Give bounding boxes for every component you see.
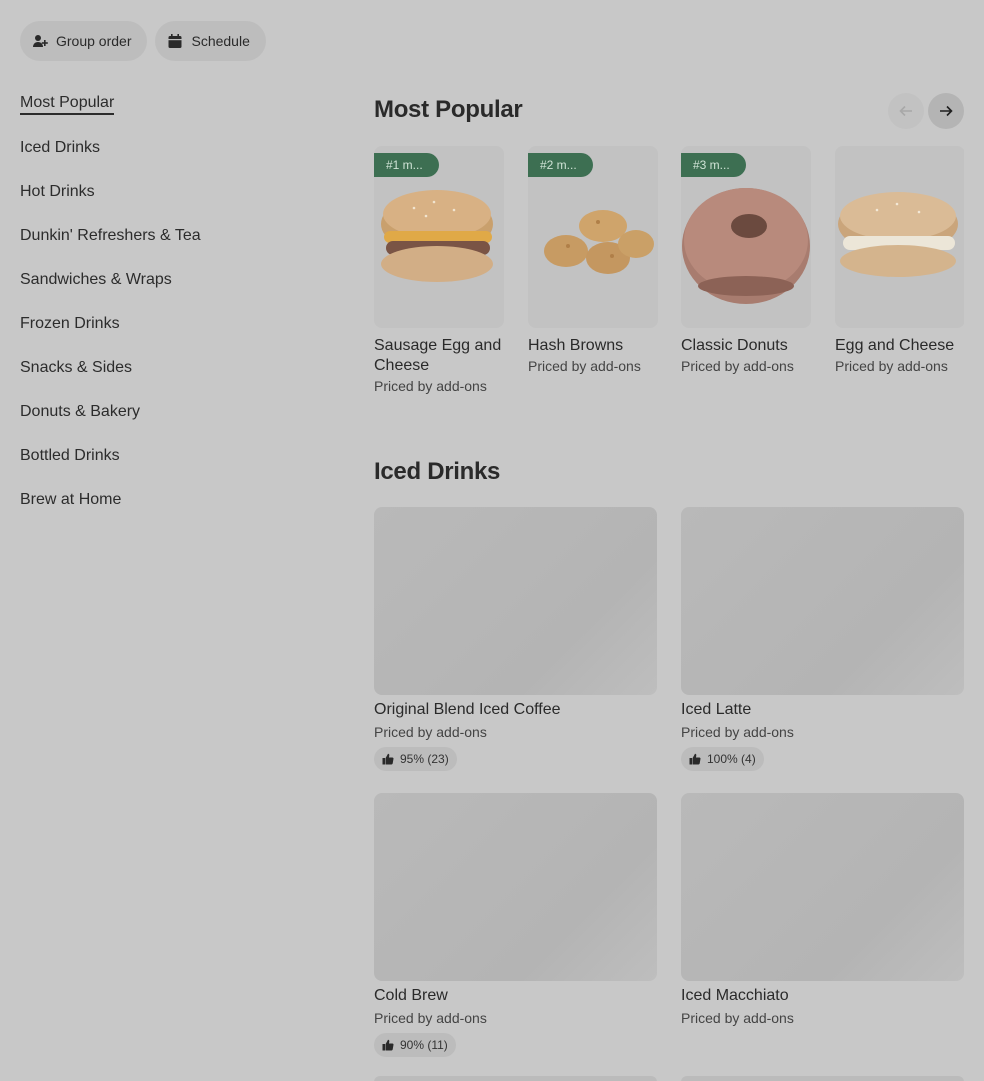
calendar-icon [168, 34, 182, 48]
next-card-edge [681, 1076, 964, 1081]
category-sidebar: Most Popular Iced Drinks Hot Drinks Dunk… [20, 82, 340, 522]
egg-cheese-sandwich-image [838, 192, 958, 277]
item-price: Priced by add-ons [374, 724, 487, 740]
sidebar-item-most-popular[interactable]: Most Popular [20, 82, 340, 126]
item-image-placeholder [681, 793, 964, 981]
sidebar-item-brew-at-home[interactable]: Brew at Home [20, 478, 340, 522]
popular-item-card[interactable]: #1 m... Sausage Egg and Cheese Priced by… [374, 146, 504, 394]
item-image-placeholder [374, 507, 657, 695]
carousel-next-button[interactable] [928, 93, 964, 129]
rating-badge: 95% (23) [374, 747, 457, 771]
item-image-placeholder [374, 793, 657, 981]
sidebar-item-refreshers-tea[interactable]: Dunkin' Refreshers & Tea [20, 214, 340, 258]
menu-item-card[interactable]: Iced Latte Priced by add-ons 100% (4) [681, 507, 964, 771]
item-price: Priced by add-ons [528, 358, 641, 374]
menu-item-card[interactable]: Original Blend Iced Coffee Priced by add… [374, 507, 657, 771]
group-order-label: Group order [56, 33, 132, 49]
add-person-icon [33, 35, 48, 47]
rank-badge: #3 m... [681, 153, 746, 177]
schedule-button[interactable]: Schedule [155, 21, 266, 61]
item-name: Sausage Egg and Cheese [374, 337, 502, 374]
item-image: #3 m... [681, 146, 811, 328]
sidebar-item-iced-drinks[interactable]: Iced Drinks [20, 126, 340, 170]
sidebar-item-label: Most Popular [20, 94, 115, 115]
carousel-prev-button[interactable] [888, 93, 924, 129]
next-card-edge [374, 1076, 657, 1081]
rating-badge: 90% (11) [374, 1033, 456, 1057]
item-price: Priced by add-ons [681, 724, 794, 740]
popular-item-card[interactable]: #3 m... Classic Donuts Priced by add-ons [681, 146, 811, 374]
sidebar-item-label: Frozen Drinks [20, 315, 120, 332]
menu-item-card[interactable]: Cold Brew Priced by add-ons 90% (11) [374, 793, 657, 1057]
item-name: Cold Brew [374, 987, 448, 1004]
sidebar-item-label: Dunkin' Refreshers & Tea [20, 227, 201, 244]
item-price: Priced by add-ons [681, 1010, 794, 1026]
thumbs-up-icon [382, 1039, 394, 1051]
item-image: #1 m... [374, 146, 504, 328]
arrow-left-icon [899, 105, 912, 117]
item-price: Priced by add-ons [835, 358, 948, 374]
sidebar-item-hot-drinks[interactable]: Hot Drinks [20, 170, 340, 214]
item-image [835, 146, 964, 328]
popular-item-card[interactable]: Egg and Cheese Priced by add-ons [835, 146, 964, 374]
sidebar-item-label: Hot Drinks [20, 183, 95, 200]
sidebar-item-donuts-bakery[interactable]: Donuts & Bakery [20, 390, 340, 434]
item-name: Iced Macchiato [681, 987, 789, 1004]
item-price: Priced by add-ons [681, 358, 794, 374]
thumbs-up-icon [689, 753, 701, 765]
rating-text: 90% (11) [400, 1038, 448, 1052]
top-actions: Group order Schedule [20, 21, 266, 61]
iced-drinks-heading: Iced Drinks [374, 458, 501, 485]
rank-badge: #1 m... [374, 153, 439, 177]
item-name: Hash Browns [528, 337, 624, 354]
rank-badge: #2 m... [528, 153, 593, 177]
thumbs-up-icon [382, 753, 394, 765]
menu-item-card[interactable]: Iced Macchiato Priced by add-ons [681, 793, 964, 1026]
sidebar-item-label: Brew at Home [20, 491, 122, 508]
sidebar-item-sandwiches-wraps[interactable]: Sandwiches & Wraps [20, 258, 340, 302]
item-image: #2 m... [528, 146, 658, 328]
most-popular-heading: Most Popular [374, 96, 523, 123]
most-popular-carousel: #1 m... Sausage Egg and Cheese Priced by… [374, 146, 964, 406]
item-price: Priced by add-ons [374, 1010, 487, 1026]
sidebar-item-frozen-drinks[interactable]: Frozen Drinks [20, 302, 340, 346]
item-price: Priced by add-ons [374, 378, 487, 394]
popular-item-card[interactable]: #2 m... Hash Browns Priced by add-ons [528, 146, 658, 374]
item-name: Iced Latte [681, 701, 752, 718]
sidebar-item-label: Snacks & Sides [20, 359, 133, 376]
sidebar-item-label: Sandwiches & Wraps [20, 271, 172, 288]
schedule-label: Schedule [191, 33, 250, 49]
sidebar-item-label: Iced Drinks [20, 139, 101, 156]
item-image-placeholder [681, 507, 964, 695]
rating-text: 100% (4) [707, 752, 756, 766]
item-name: Original Blend Iced Coffee [374, 701, 561, 718]
rating-text: 95% (23) [400, 752, 449, 766]
sidebar-item-label: Donuts & Bakery [20, 403, 141, 420]
item-name: Egg and Cheese [835, 337, 955, 354]
group-order-button[interactable]: Group order [20, 21, 148, 61]
arrow-right-icon [940, 105, 953, 117]
item-name: Classic Donuts [681, 337, 788, 354]
sidebar-item-snacks-sides[interactable]: Snacks & Sides [20, 346, 340, 390]
rating-badge: 100% (4) [681, 747, 764, 771]
sidebar-item-label: Bottled Drinks [20, 447, 120, 464]
sidebar-item-bottled-drinks[interactable]: Bottled Drinks [20, 434, 340, 478]
